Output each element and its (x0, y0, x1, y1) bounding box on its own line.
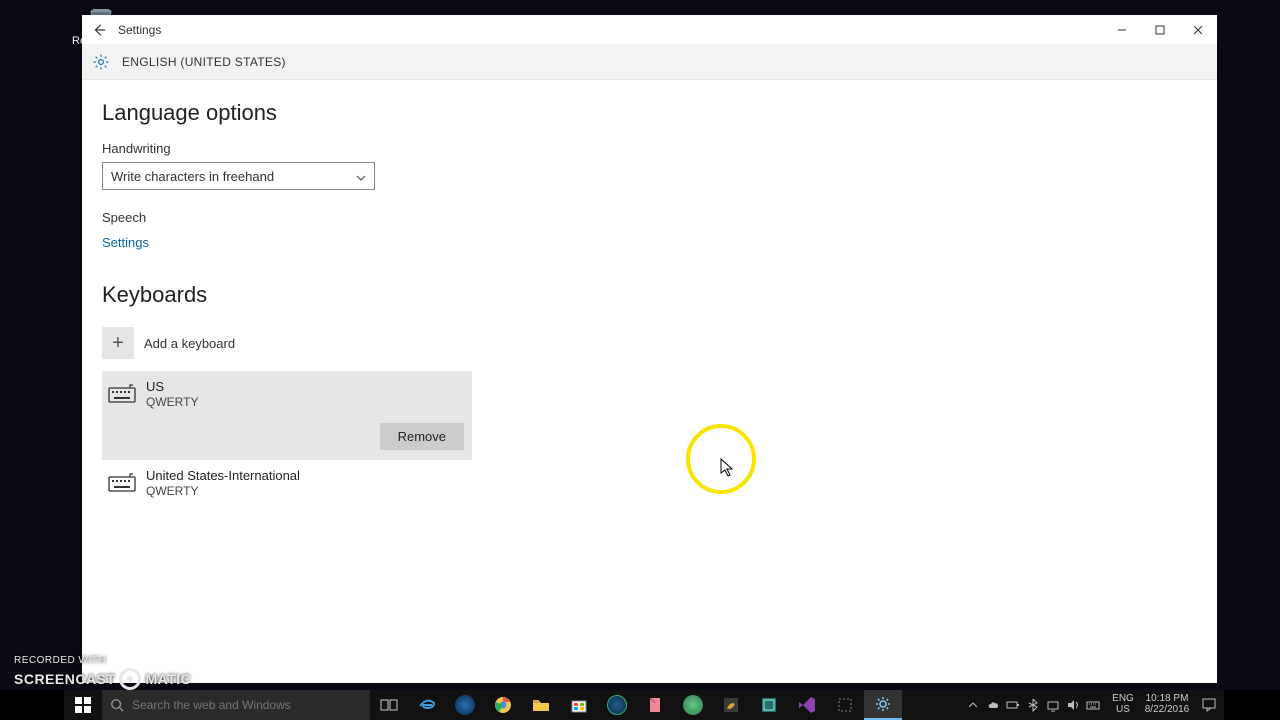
sublime-icon[interactable] (712, 690, 750, 720)
tray-volume-icon[interactable] (1066, 698, 1080, 712)
search-input[interactable] (132, 698, 362, 712)
language-options-heading: Language options (102, 100, 1197, 126)
watermark-line1: RECORDED WITH (14, 655, 191, 666)
plus-icon: + (102, 327, 134, 359)
add-keyboard-button[interactable]: + Add a keyboard (102, 323, 472, 363)
watermark: RECORDED WITH SCREENCAST MATIC (14, 655, 191, 690)
edge-icon[interactable] (408, 690, 446, 720)
app-icon-blue[interactable] (598, 690, 636, 720)
date: 8/22/2016 (1140, 704, 1194, 715)
tray-keyboard-icon[interactable] (1086, 698, 1100, 712)
app-icon-pink[interactable] (636, 690, 674, 720)
keyboard-item-us-intl[interactable]: United States-International QWERTY (102, 460, 472, 506)
app-icon-teal[interactable] (750, 690, 788, 720)
visual-studio-icon[interactable] (788, 690, 826, 720)
firefox-dev-icon[interactable] (446, 690, 484, 720)
breadcrumb-bar: ENGLISH (UNITED STATES) (82, 45, 1217, 80)
tray-network-icon[interactable] (1046, 698, 1060, 712)
window-title: Settings (118, 23, 161, 37)
clock[interactable]: 10:18 PM 8/22/2016 (1140, 690, 1194, 720)
lang-code: ENG (1106, 693, 1140, 704)
add-keyboard-label: Add a keyboard (144, 336, 235, 351)
keyboard-item-us[interactable]: US QWERTY Remove (102, 371, 472, 460)
close-button[interactable] (1179, 15, 1217, 45)
watermark-brand-a: SCREENCAST (14, 671, 115, 687)
system-tray[interactable] (960, 690, 1106, 720)
taskbar-apps (370, 690, 902, 720)
language-indicator[interactable]: ENG US (1106, 690, 1140, 720)
speech-label: Speech (102, 210, 1197, 225)
maximize-button[interactable] (1141, 15, 1179, 45)
keyboard-name: United States-International (146, 468, 300, 483)
keyboard-layout: QWERTY (146, 395, 198, 409)
search-icon (110, 698, 124, 712)
settings-window: Settings ENGLISH (UNITED STATES) Languag… (82, 15, 1217, 683)
app-icon-green[interactable] (674, 690, 712, 720)
search-box[interactable] (102, 690, 370, 720)
handwriting-label: Handwriting (102, 141, 1197, 156)
tray-onedrive-icon[interactable] (986, 698, 1000, 712)
titlebar: Settings (82, 15, 1217, 45)
speech-settings-link[interactable]: Settings (102, 235, 149, 250)
settings-taskbar-icon[interactable] (864, 690, 902, 720)
breadcrumb: ENGLISH (UNITED STATES) (122, 55, 286, 69)
start-button[interactable] (64, 690, 102, 720)
minimize-button[interactable] (1103, 15, 1141, 45)
chrome-icon[interactable] (484, 690, 522, 720)
app-icon-dashed[interactable] (826, 690, 864, 720)
keyboard-icon (108, 472, 136, 494)
tray-chevron-up-icon[interactable] (966, 698, 980, 712)
keyboard-layout: QWERTY (146, 484, 300, 498)
content: Language options Handwriting Write chara… (82, 80, 1217, 683)
keyboard-icon (108, 383, 136, 405)
remove-button[interactable]: Remove (380, 423, 464, 450)
keyboards-heading: Keyboards (102, 282, 1197, 308)
watermark-dot-icon (119, 668, 141, 690)
tray-bluetooth-icon[interactable] (1026, 698, 1040, 712)
gear-icon (92, 53, 110, 71)
chevron-down-icon (356, 169, 366, 184)
file-explorer-icon[interactable] (522, 690, 560, 720)
task-view-button[interactable] (370, 690, 408, 720)
watermark-brand-b: MATIC (145, 671, 191, 687)
handwriting-dropdown[interactable]: Write characters in freehand (102, 162, 375, 190)
store-icon[interactable] (560, 690, 598, 720)
taskbar: ENG US 10:18 PM 8/22/2016 (0, 690, 1280, 720)
time: 10:18 PM (1140, 693, 1194, 704)
tray-battery-icon[interactable] (1006, 698, 1020, 712)
keyboard-name: US (146, 379, 198, 394)
action-center-button[interactable] (1194, 690, 1224, 720)
back-button[interactable] (82, 15, 116, 45)
handwriting-selected: Write characters in freehand (111, 169, 274, 184)
lang-region: US (1106, 704, 1140, 715)
